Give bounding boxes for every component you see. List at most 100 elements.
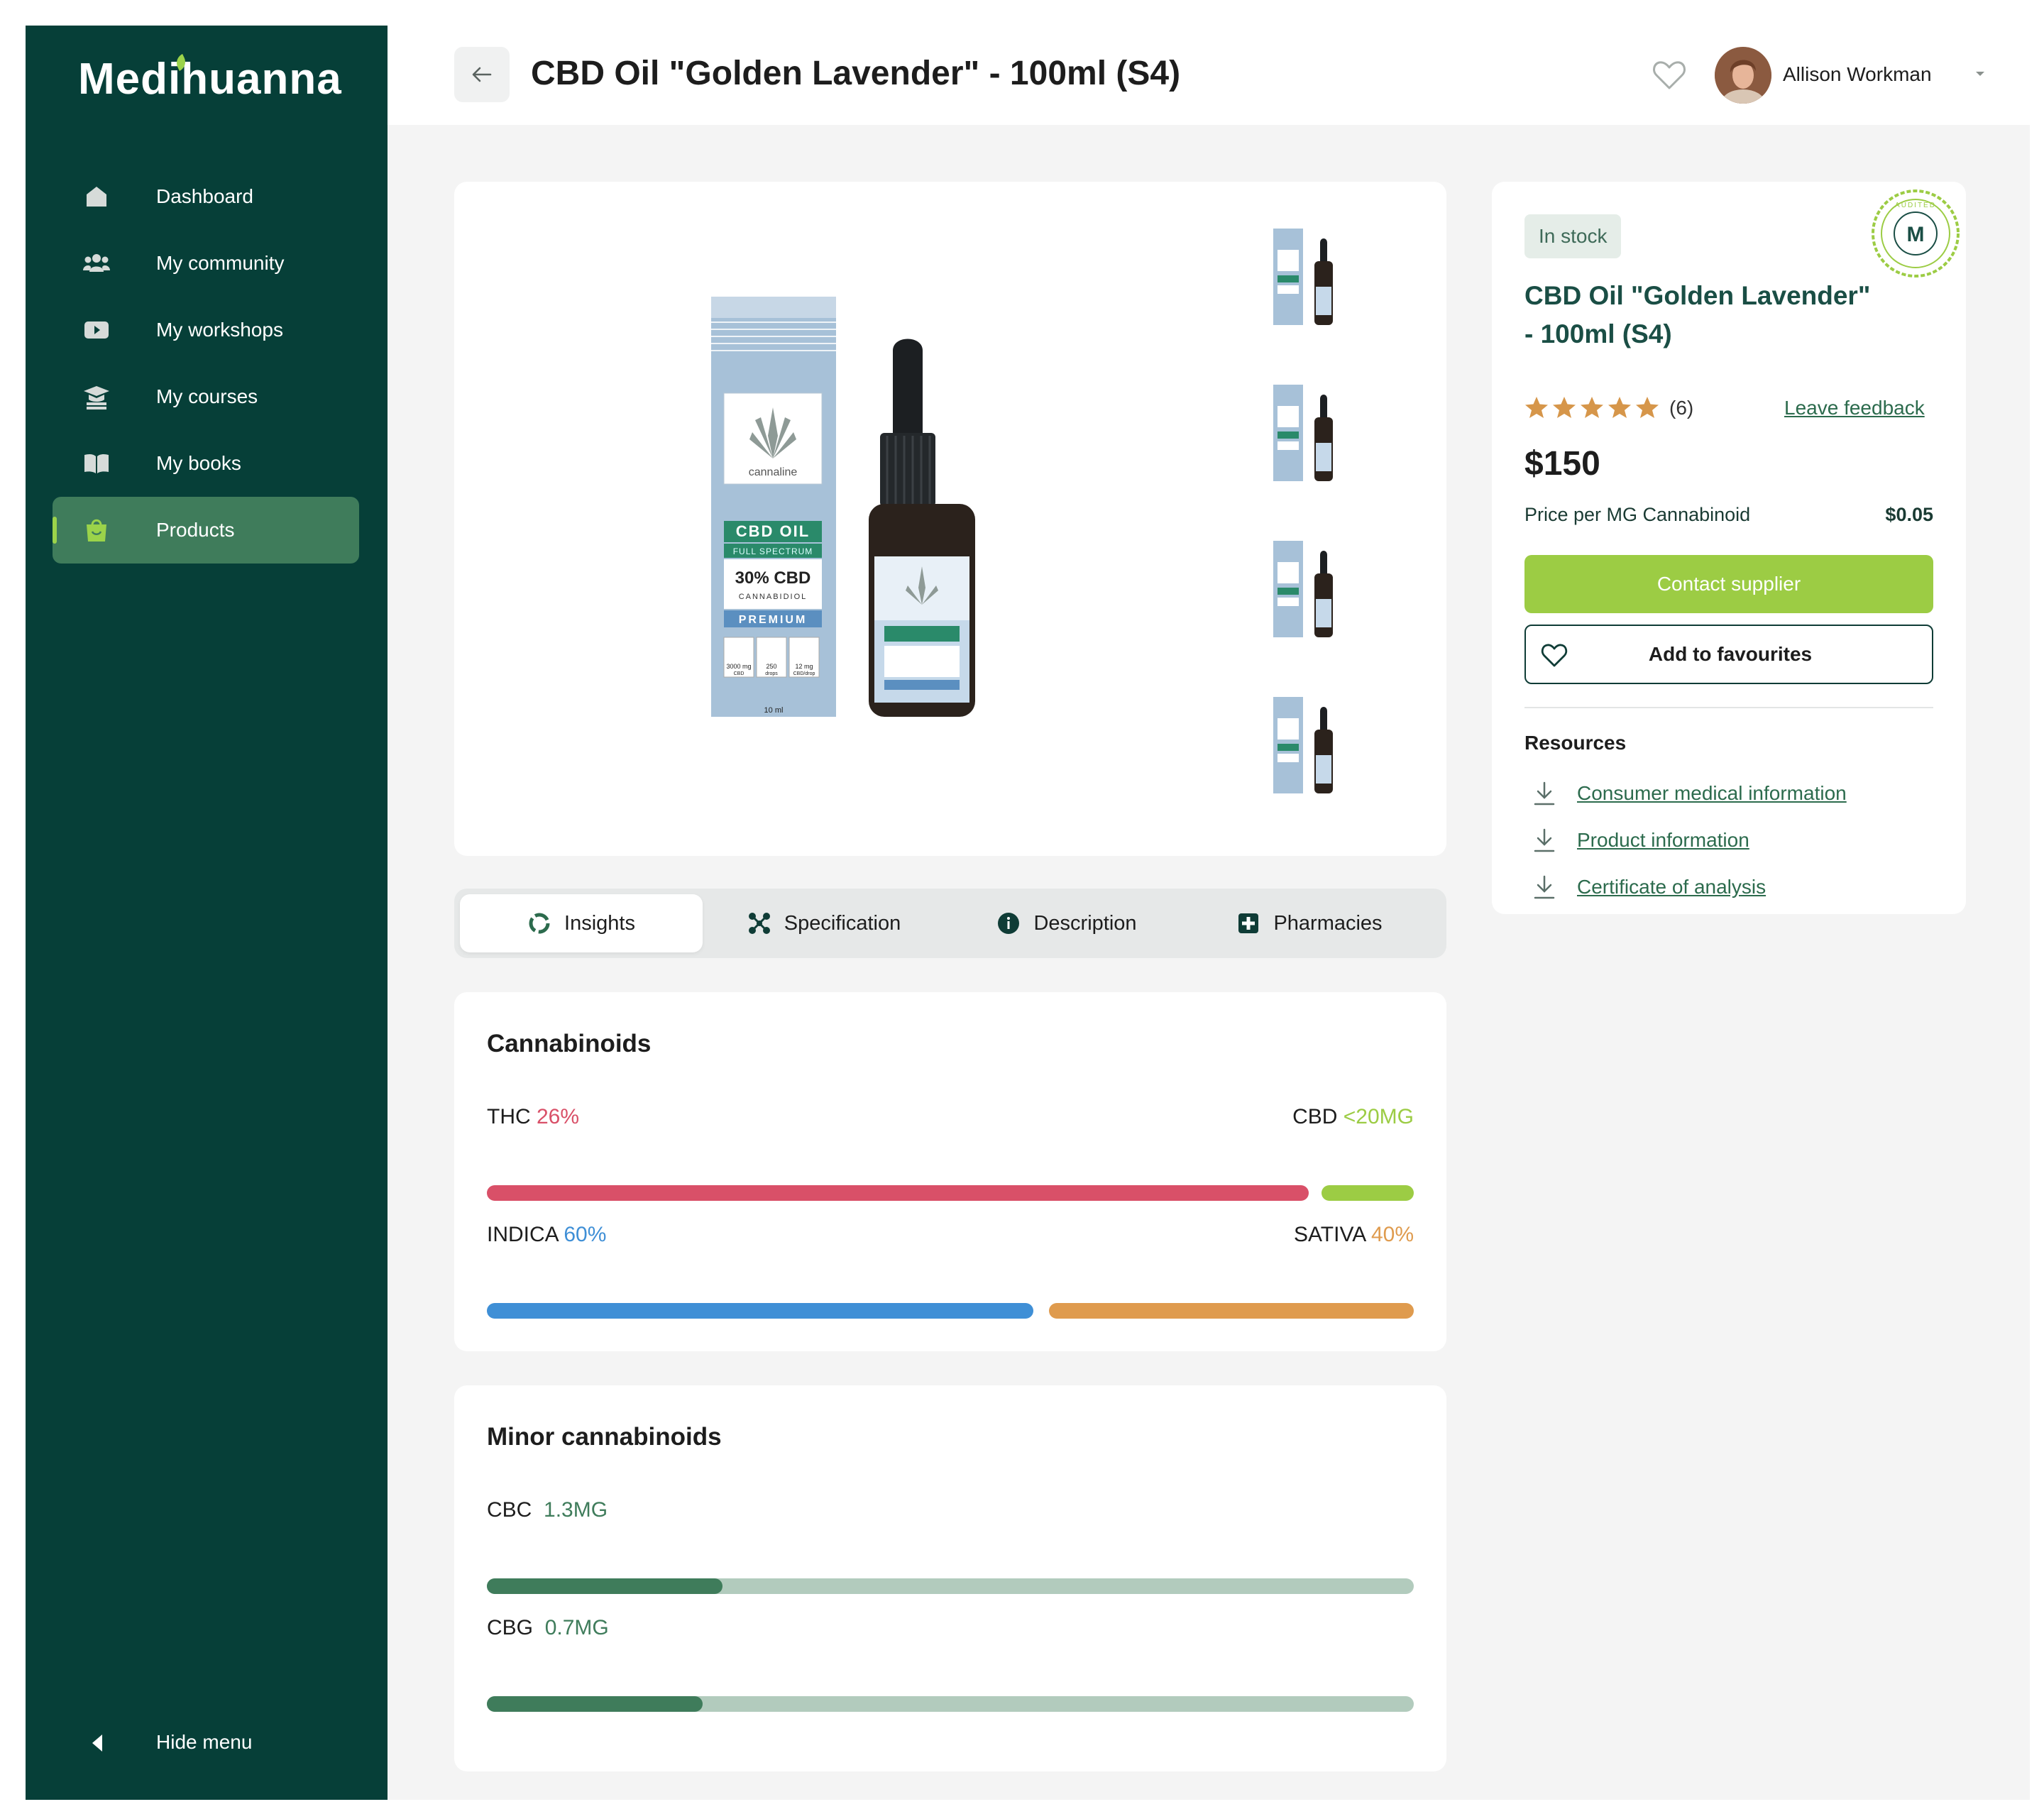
seal-letter: M <box>1907 223 1925 246</box>
indica-bar <box>487 1303 1033 1319</box>
download-icon <box>1534 875 1555 899</box>
tab-specification[interactable]: Specification <box>703 894 945 952</box>
product-price: $150 <box>1524 445 1600 483</box>
app-frame: Medihuanna Dashboard My community My wor… <box>26 26 2030 1800</box>
thumbnail-1[interactable] <box>1270 221 1341 328</box>
page-title: CBD Oil "Golden Lavender" - 100ml (S4) <box>531 55 1181 92</box>
divider <box>1524 707 1933 708</box>
back-button[interactable] <box>454 47 510 102</box>
box-line3: 30% CBD <box>735 568 811 588</box>
feature-3: 12 mg <box>795 663 813 670</box>
feature-3-sub: CBD/drop <box>793 671 815 676</box>
seal-ring-text: AUDITED <box>1895 202 1936 209</box>
thumbnail-3[interactable] <box>1270 534 1341 640</box>
sidebar-item-label: Dashboard <box>156 185 253 207</box>
leave-feedback-link[interactable]: Leave feedback <box>1784 395 1925 422</box>
hide-menu-button[interactable]: Hide menu <box>53 1715 359 1771</box>
cbd-label: CBD <20MG <box>1292 1105 1414 1128</box>
star-icon <box>1525 397 1548 418</box>
thumbnail-2[interactable] <box>1270 378 1341 484</box>
minor-cannabinoids-card: Minor cannabinoids CBC 1.3MG CBG 0.7MG <box>454 1385 1446 1771</box>
stock-badge: In stock <box>1524 214 1622 258</box>
tab-label: Pharmacies <box>1273 911 1383 935</box>
home-icon <box>87 187 106 207</box>
feature-2: 250 <box>766 663 776 670</box>
star-icon <box>1553 397 1576 418</box>
brand-logo[interactable]: Medihuanna <box>78 54 342 104</box>
sativa-value: 40% <box>1370 1223 1414 1246</box>
download-icon <box>1534 828 1555 852</box>
review-count: (6) <box>1669 397 1694 419</box>
sidebar-item-products[interactable]: Products <box>53 497 359 564</box>
product-image[interactable]: cannaline CBD OIL FULL SPECTRUM 30% CBD … <box>710 294 994 720</box>
thc-label: THC 26% <box>487 1105 580 1128</box>
feature-1-sub: CBD <box>734 671 744 676</box>
book-icon <box>84 454 109 473</box>
sativa-label: SATIVA 40% <box>1294 1223 1414 1246</box>
resource-label: Certificate of analysis <box>1577 876 1766 898</box>
tab-insights[interactable]: Insights <box>460 894 703 952</box>
audited-seal-icon: M AUDITED <box>1872 189 1960 277</box>
star-icon <box>1581 397 1603 418</box>
add-to-favourites-button[interactable]: Add to favourites <box>1524 625 1933 684</box>
cbc-label: CBC 1.3MG <box>487 1498 608 1522</box>
volume-text: 10 ml <box>764 706 784 715</box>
tab-label: Description <box>1033 911 1137 935</box>
star-icon <box>1636 397 1659 418</box>
tab-description[interactable]: Description <box>945 894 1188 952</box>
cbg-value: 0.7MG <box>544 1616 609 1639</box>
heart-icon[interactable] <box>1651 57 1688 94</box>
indica-value: 60% <box>564 1223 607 1246</box>
tab-label: Insights <box>564 911 635 935</box>
avatar[interactable] <box>1715 47 1771 104</box>
resource-link-certificate-of-analysis[interactable]: Certificate of analysis <box>1533 873 1766 901</box>
star-icon <box>1608 397 1631 418</box>
sidebar-item-label: My courses <box>156 385 258 407</box>
cbc-bar-fill <box>487 1578 722 1594</box>
cbg-bar-fill <box>487 1696 703 1712</box>
thumbnail-4[interactable] <box>1270 690 1341 796</box>
sidebar: Medihuanna Dashboard My community My wor… <box>26 26 388 1800</box>
resource-link-product-information[interactable]: Product information <box>1533 826 1749 854</box>
sidebar-item-my-community[interactable]: My community <box>53 230 359 297</box>
cbd-value: <20MG <box>1343 1105 1414 1128</box>
product-summary-card: In stock M AUDITED CBD Oil "Golden Laven… <box>1492 182 1966 914</box>
rating-stars <box>1524 396 1659 419</box>
chevron-down-icon[interactable] <box>1974 70 1986 78</box>
card-title: Minor cannabinoids <box>487 1423 722 1451</box>
product-title: CBD Oil "Golden Lavender" - 100ml (S4) <box>1524 281 1871 348</box>
shopping-bag-icon <box>87 519 106 542</box>
pharmacy-cross-icon <box>1238 913 1259 933</box>
community-icon <box>83 254 110 272</box>
cbg-label: CBG 0.7MG <box>487 1616 609 1639</box>
sidebar-item-my-workshops[interactable]: My workshops <box>53 297 359 363</box>
hide-menu-label: Hide menu <box>156 1731 253 1753</box>
thc-value: 26% <box>537 1105 580 1128</box>
tab-pharmacies[interactable]: Pharmacies <box>1188 894 1431 952</box>
arrow-left-icon <box>472 67 492 82</box>
user-name[interactable]: Allison Workman <box>1783 61 1932 88</box>
cbd-bar <box>1322 1185 1414 1201</box>
sativa-bar <box>1049 1303 1414 1319</box>
sidebar-item-my-books[interactable]: My books <box>53 430 359 497</box>
price-per-mg-value: $0.05 <box>1885 504 1933 525</box>
sidebar-item-my-courses[interactable]: My courses <box>53 363 359 430</box>
resource-link-consumer-medical-information[interactable]: Consumer medical information <box>1533 779 1847 808</box>
resource-label: Consumer medical information <box>1577 782 1847 804</box>
feature-1: 3000 mg <box>726 663 751 670</box>
sidebar-item-label: My workshops <box>156 319 283 341</box>
sidebar-item-label: My books <box>156 452 241 474</box>
contact-supplier-button[interactable]: Contact supplier <box>1524 555 1933 613</box>
sidebar-item-label: Products <box>156 519 235 541</box>
user-photo <box>1715 47 1771 104</box>
brand-text: cannaline <box>749 466 798 478</box>
card-title: Cannabinoids <box>487 1030 652 1057</box>
insights-icon <box>529 913 550 934</box>
sidebar-item-dashboard[interactable]: Dashboard <box>53 163 359 230</box>
top-header: CBD Oil "Golden Lavender" - 100ml (S4) A… <box>388 26 2030 125</box>
resource-label: Product information <box>1577 829 1749 851</box>
cannabinoids-card: Cannabinoids THC 26% CBD <20MG INDICA 60… <box>454 992 1446 1351</box>
product-gallery: cannaline CBD OIL FULL SPECTRUM 30% CBD … <box>454 182 1446 856</box>
resources-title: Resources <box>1524 732 1627 754</box>
video-icon <box>84 321 109 339</box>
